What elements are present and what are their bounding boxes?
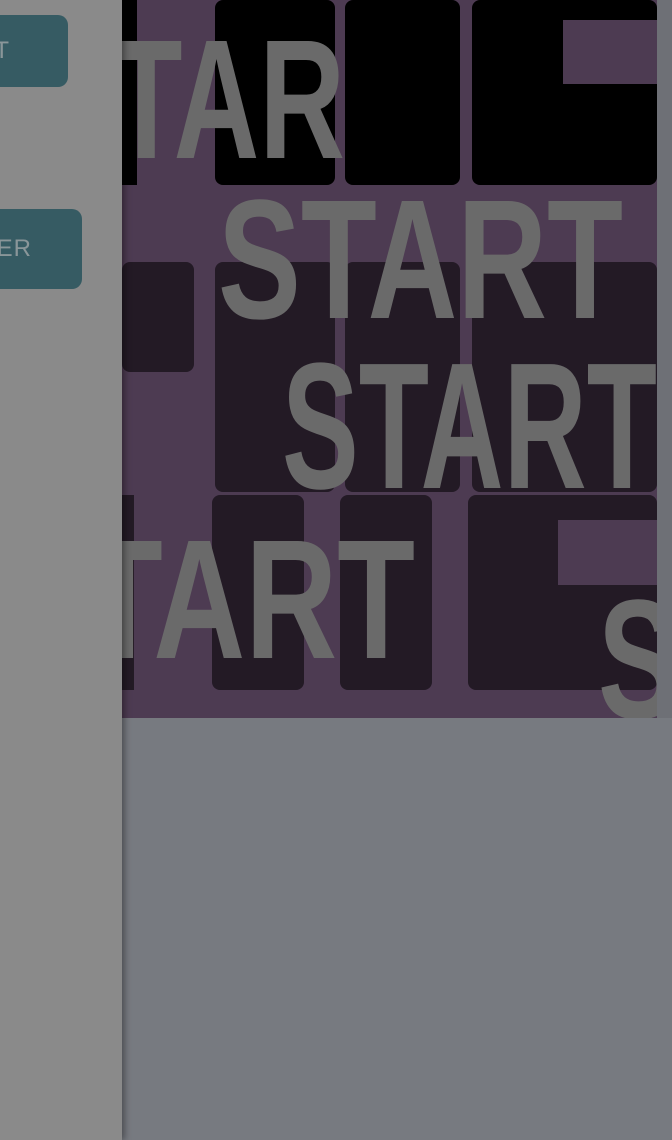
- artwork-block: [345, 0, 460, 185]
- artwork-word-4: TART: [85, 505, 415, 695]
- drawer-button-second[interactable]: ER: [0, 209, 82, 289]
- artwork-block: [122, 262, 194, 372]
- artwork-notch: [563, 20, 657, 84]
- artwork-word-3: START: [282, 326, 657, 527]
- navigation-drawer: T ER: [0, 0, 122, 1140]
- drawer-button-top[interactable]: T: [0, 15, 68, 87]
- content-edge: [657, 0, 672, 718]
- app-screen: TAR START START TART S T ER: [0, 0, 672, 1140]
- artwork-word-5: S: [598, 565, 657, 718]
